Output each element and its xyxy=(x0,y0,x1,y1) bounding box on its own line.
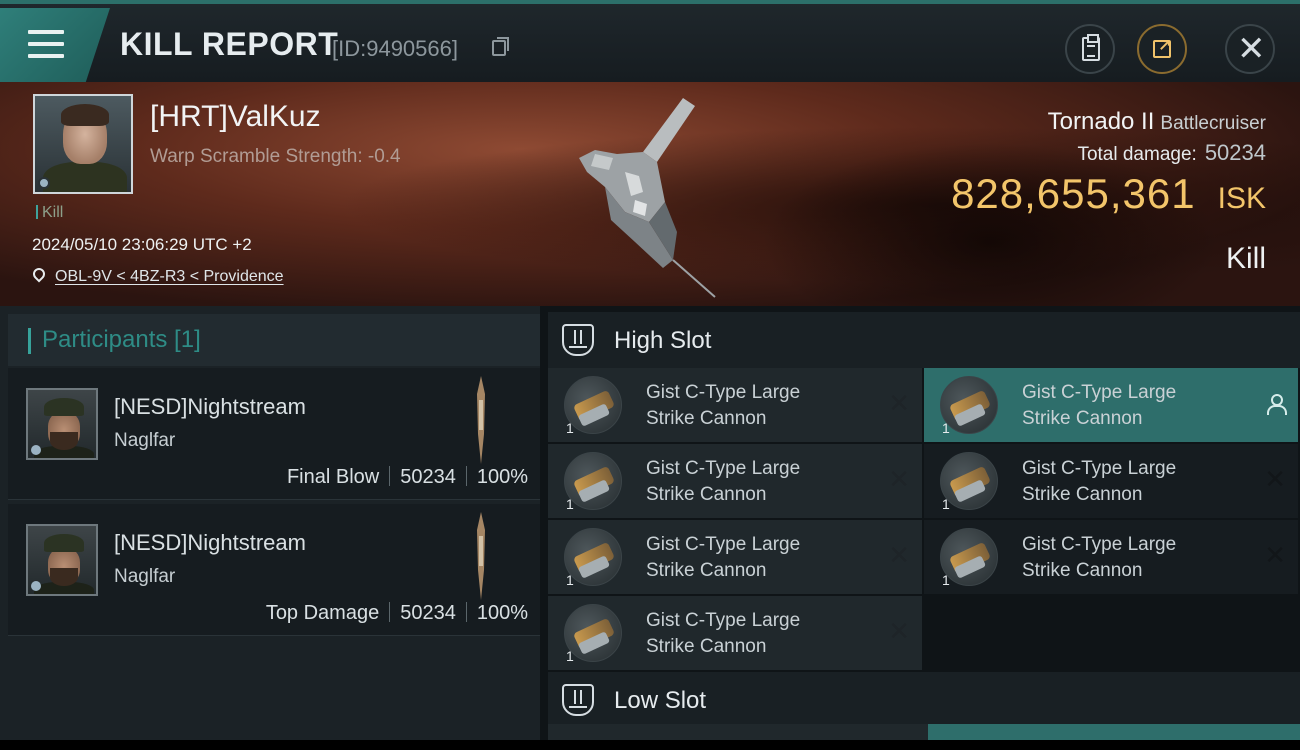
participants-panel: Participants [1] [NESD]Nightstream Naglf… xyxy=(0,306,540,750)
isk-value-row: 828,655,361 ISK xyxy=(951,170,1266,218)
report-id: [ID:9490566] xyxy=(332,36,458,61)
participant-ship: Naglfar xyxy=(114,430,176,451)
low-slot-title: Low Slot xyxy=(614,687,707,714)
participant-percent: 100% xyxy=(476,466,528,488)
module-name: Gist C-Type Large Strike Cannon xyxy=(646,534,801,581)
isk-value: 828,655,361 xyxy=(951,170,1196,217)
high-slot-icon xyxy=(562,324,594,356)
role-tag: Kill xyxy=(36,204,63,222)
header-bar: KILL REPORT [ID:9490566] ✕ xyxy=(0,0,1300,82)
module-quantity: 1 xyxy=(566,496,574,512)
participant-damage: 50234 xyxy=(400,602,456,624)
corp-icon xyxy=(31,445,41,455)
module-name: Gist C-Type Large Strike Cannon xyxy=(646,458,801,505)
module-name: Gist C-Type Large Strike Cannon xyxy=(1022,458,1177,505)
victim-name[interactable]: [HRT]ValKuz xyxy=(150,100,321,134)
module-item[interactable]: 1 Gist C-Type Large Strike Cannon ✕ xyxy=(548,368,922,442)
destroyed-x-icon: ✕ xyxy=(888,540,910,570)
participant-tag: Final Blow xyxy=(286,466,380,488)
module-quantity: 1 xyxy=(942,496,950,512)
destroyed-x-icon: ✕ xyxy=(888,388,910,418)
ship-class: Battlecruiser xyxy=(1160,113,1266,134)
participant-ship-icon xyxy=(477,376,485,464)
participant-avatar[interactable] xyxy=(26,388,98,460)
share-icon xyxy=(1153,36,1171,58)
clipboard-icon xyxy=(1082,34,1100,61)
isk-unit: ISK xyxy=(1217,182,1266,215)
destroyed-x-icon: ✕ xyxy=(1264,540,1286,570)
destroyed-x-icon: ✕ xyxy=(888,464,910,494)
module-item[interactable]: 1 Gist C-Type Large Strike Cannon ✕ xyxy=(924,444,1298,518)
module-name: Gist C-Type Large Strike Cannon xyxy=(1022,534,1177,581)
module-quantity: 1 xyxy=(942,572,950,588)
low-slot-icon xyxy=(562,684,594,716)
module-quantity: 1 xyxy=(566,648,574,664)
ship-name[interactable]: Tornado II Battlecruiser xyxy=(1048,108,1266,136)
participant-row[interactable]: [NESD]Nightstream Naglfar Final Blow 5023… xyxy=(8,368,540,500)
participant-ship-icon xyxy=(477,512,485,600)
total-damage-label: Total damage: xyxy=(1077,144,1197,165)
menu-icon xyxy=(28,30,64,58)
nebula-shadow xyxy=(760,142,1220,306)
location-link[interactable]: OBL-9V < 4BZ-R3 < Providence xyxy=(55,268,284,286)
total-damage: Total damage: 50234 xyxy=(1077,140,1266,166)
participant-ship: Naglfar xyxy=(114,566,176,587)
close-button[interactable]: ✕ xyxy=(1225,24,1275,74)
module-quantity: 1 xyxy=(566,572,574,588)
destroyed-x-icon: ✕ xyxy=(888,616,910,646)
ship-name-text: Tornado II xyxy=(1047,108,1155,135)
high-slot-title: High Slot xyxy=(614,327,712,354)
screen-bottom-edge xyxy=(0,740,1300,750)
person-icon xyxy=(1266,394,1287,415)
participant-stats: Top Damage 50234 100% xyxy=(266,602,528,625)
result-label: Kill xyxy=(1225,242,1266,275)
participant-tag: Top Damage xyxy=(265,602,380,624)
module-item-selected[interactable]: 1 Gist C-Type Large Strike Cannon xyxy=(924,368,1298,442)
low-slot-header: Low Slot xyxy=(548,672,1300,728)
module-quantity: 1 xyxy=(942,420,950,436)
menu-button[interactable] xyxy=(0,8,110,82)
close-icon: ✕ xyxy=(1237,30,1266,68)
participant-damage: 50234 xyxy=(400,466,456,488)
module-item[interactable]: 1 Gist C-Type Large Strike Cannon ✕ xyxy=(924,520,1298,594)
victim-avatar[interactable] xyxy=(33,94,133,194)
participant-name[interactable]: [NESD]Nightstream xyxy=(114,394,306,420)
warp-scramble-strength: Warp Scramble Strength: -0.4 xyxy=(150,146,401,167)
participant-avatar[interactable] xyxy=(26,524,98,596)
copy-icon[interactable] xyxy=(492,37,509,56)
participant-stats: Final Blow 50234 100% xyxy=(287,466,528,489)
victim-panel: [HRT]ValKuz Warp Scramble Strength: -0.4… xyxy=(0,82,1300,306)
corp-icon xyxy=(31,581,41,591)
module-item[interactable]: 1 Gist C-Type Large Strike Cannon ✕ xyxy=(548,596,922,670)
module-name: Gist C-Type Large Strike Cannon xyxy=(1022,382,1177,429)
participants-header: Participants [1] xyxy=(8,314,540,366)
victim-ship-image xyxy=(579,98,716,298)
total-damage-value: 50234 xyxy=(1204,140,1266,165)
corp-icon xyxy=(38,177,50,189)
module-item[interactable]: 1 Gist C-Type Large Strike Cannon ✕ xyxy=(548,444,922,518)
share-button[interactable] xyxy=(1137,24,1187,74)
clipboard-button[interactable] xyxy=(1065,24,1115,74)
kill-timestamp: 2024/05/10 23:06:29 UTC +2 xyxy=(32,235,252,254)
fitting-panel: High Slot 1 Gist C-Type Large Strike Cann… xyxy=(540,306,1300,750)
participant-percent: 100% xyxy=(476,602,528,624)
participant-name[interactable]: [NESD]Nightstream xyxy=(114,530,306,556)
module-quantity: 1 xyxy=(566,420,574,436)
module-name: Gist C-Type Large Strike Cannon xyxy=(646,382,801,429)
module-item[interactable]: 1 Gist C-Type Large Strike Cannon ✕ xyxy=(548,520,922,594)
participants-title: Participants [1] xyxy=(42,326,201,353)
participant-row[interactable]: [NESD]Nightstream Naglfar Top Damage 5023… xyxy=(8,504,540,636)
destroyed-x-icon: ✕ xyxy=(1264,464,1286,494)
location-pin-icon xyxy=(30,265,48,283)
high-slot-header: High Slot xyxy=(548,312,1300,368)
module-name: Gist C-Type Large Strike Cannon xyxy=(646,610,801,657)
page-title: KILL REPORT xyxy=(120,26,339,62)
